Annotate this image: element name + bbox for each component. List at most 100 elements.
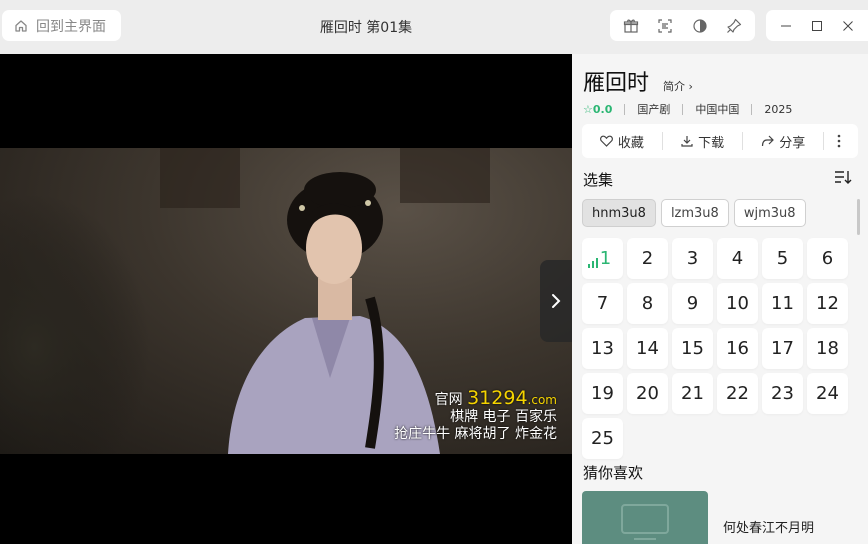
episode-number: 7: [596, 293, 609, 314]
pin-icon[interactable]: [722, 14, 746, 38]
minimize-icon[interactable]: [774, 14, 798, 38]
episode-number: 17: [771, 338, 794, 359]
episode-button[interactable]: 16: [717, 328, 758, 369]
scan-icon[interactable]: [653, 14, 677, 38]
episode-number: 12: [816, 293, 839, 314]
episode-number: 24: [816, 383, 839, 404]
episode-number: 21: [681, 383, 704, 404]
episode-button[interactable]: 2: [627, 238, 668, 279]
gift-icon[interactable]: [619, 14, 643, 38]
episodes-section-title: 选集: [583, 171, 614, 189]
episode-button[interactable]: 3: [672, 238, 713, 279]
title-bar: 回到主界面 雁回时 第01集: [0, 0, 868, 54]
region: 中国中国: [695, 103, 740, 116]
watermark-line2: 棋牌 电子 百家乐: [450, 409, 557, 425]
episode-button[interactable]: 22: [717, 373, 758, 414]
episode-number: 4: [731, 248, 744, 269]
episode-button[interactable]: 19: [582, 373, 623, 414]
episode-button[interactable]: 10: [717, 283, 758, 324]
episode-number: 18: [816, 338, 839, 359]
rating: ☆0.0: [583, 102, 613, 116]
download-icon: [681, 136, 693, 147]
episode-number: 15: [681, 338, 704, 359]
episode-button[interactable]: 21: [672, 373, 713, 414]
episode-number: 23: [771, 383, 794, 404]
video-watermark: 官网 31294.com 棋牌 电子 百家乐 抢庄牛牛 麻将胡了 炸金花: [394, 387, 557, 443]
source-tab-lzm3u8[interactable]: lzm3u8: [660, 199, 729, 227]
recommend-section-title: 猜你喜欢: [583, 464, 644, 482]
share-button[interactable]: 分享: [743, 124, 823, 158]
close-icon[interactable]: [836, 14, 860, 38]
recommend-thumbnail[interactable]: [582, 491, 708, 544]
video-player[interactable]: 官网 31294.com 棋牌 电子 百家乐 抢庄牛牛 麻将胡了 炸金花: [0, 54, 572, 544]
share-label: 分享: [779, 135, 806, 151]
episode-button[interactable]: 7: [582, 283, 623, 324]
episode-button[interactable]: 8: [627, 283, 668, 324]
episode-number: 20: [636, 383, 659, 404]
episode-number: 2: [641, 248, 654, 269]
window-controls: [766, 10, 868, 41]
back-to-home-button[interactable]: 回到主界面: [2, 10, 121, 41]
now-playing-icon: [588, 258, 598, 268]
episode-number: 5: [776, 248, 789, 269]
more-vertical-icon: [837, 134, 840, 148]
episode-button[interactable]: 5: [762, 238, 803, 279]
toolbar: [610, 10, 755, 41]
back-to-home-label: 回到主界面: [36, 18, 106, 35]
show-meta: ☆0.0 国产剧 中国中国 2025: [583, 101, 792, 117]
year: 2025: [764, 102, 793, 116]
episode-number: 9: [686, 293, 699, 314]
episode-number: 16: [726, 338, 749, 359]
chevron-right-icon: [552, 294, 561, 308]
show-title: 雁回时: [583, 71, 650, 96]
episode-button[interactable]: 24: [807, 373, 848, 414]
episode-number: 1: [599, 248, 612, 269]
download-button[interactable]: 下载: [663, 124, 743, 158]
tv-icon: [621, 504, 669, 540]
episodes-scrollbar[interactable]: [857, 199, 860, 235]
episode-number: 6: [821, 248, 834, 269]
watermark-line3: 抢庄牛牛 麻将胡了 炸金花: [394, 426, 557, 442]
source-tabs: hnm3u8 lzm3u8 wjm3u8: [582, 199, 806, 227]
episode-button[interactable]: 14: [627, 328, 668, 369]
episode-button[interactable]: 11: [762, 283, 803, 324]
episode-button[interactable]: 18: [807, 328, 848, 369]
action-bar: 收藏 下载 分享: [582, 124, 858, 158]
source-tab-wjm3u8[interactable]: wjm3u8: [733, 199, 806, 227]
sort-icon[interactable]: [834, 169, 852, 189]
episode-button[interactable]: 1: [582, 238, 623, 279]
favorite-button[interactable]: 收藏: [582, 124, 662, 158]
watermark-domain: .com: [527, 393, 557, 407]
episode-button[interactable]: 17: [762, 328, 803, 369]
contrast-icon[interactable]: [688, 14, 712, 38]
episode-button[interactable]: 6: [807, 238, 848, 279]
episode-button[interactable]: 4: [717, 238, 758, 279]
more-button[interactable]: [824, 124, 858, 158]
watermark-number: 31294: [467, 387, 528, 409]
next-episode-button[interactable]: [540, 260, 572, 342]
details-panel: 雁回时 简介 › ☆0.0 国产剧 中国中国 2025 收藏 下载 分享 选集: [572, 54, 868, 544]
share-icon: [762, 135, 775, 147]
episode-number: 14: [636, 338, 659, 359]
source-tab-hnm3u8[interactable]: hnm3u8: [582, 199, 656, 227]
episode-button[interactable]: 23: [762, 373, 803, 414]
episode-button[interactable]: 12: [807, 283, 848, 324]
episode-button[interactable]: 13: [582, 328, 623, 369]
episode-button[interactable]: 25: [582, 418, 623, 459]
episode-button[interactable]: 20: [627, 373, 668, 414]
episode-button[interactable]: 9: [672, 283, 713, 324]
intro-link[interactable]: 简介 ›: [663, 78, 693, 94]
maximize-icon[interactable]: [805, 14, 829, 38]
episode-number: 13: [591, 338, 614, 359]
episode-number: 19: [591, 383, 614, 404]
genre: 国产剧: [637, 103, 671, 116]
episode-number: 8: [641, 293, 654, 314]
episode-button[interactable]: 15: [672, 328, 713, 369]
episode-number: 22: [726, 383, 749, 404]
favorite-label: 收藏: [617, 135, 644, 151]
recommend-item-title[interactable]: 何处春江不月明: [723, 517, 814, 536]
episode-number: 11: [771, 293, 794, 314]
episode-number: 10: [726, 293, 749, 314]
home-icon: [15, 19, 27, 32]
episode-grid: 1 2 3 4 5 6 7 8 9 10 11 12 13 14 15 16 17 18 19 20 21 22 23 24 2…: [582, 238, 848, 459]
